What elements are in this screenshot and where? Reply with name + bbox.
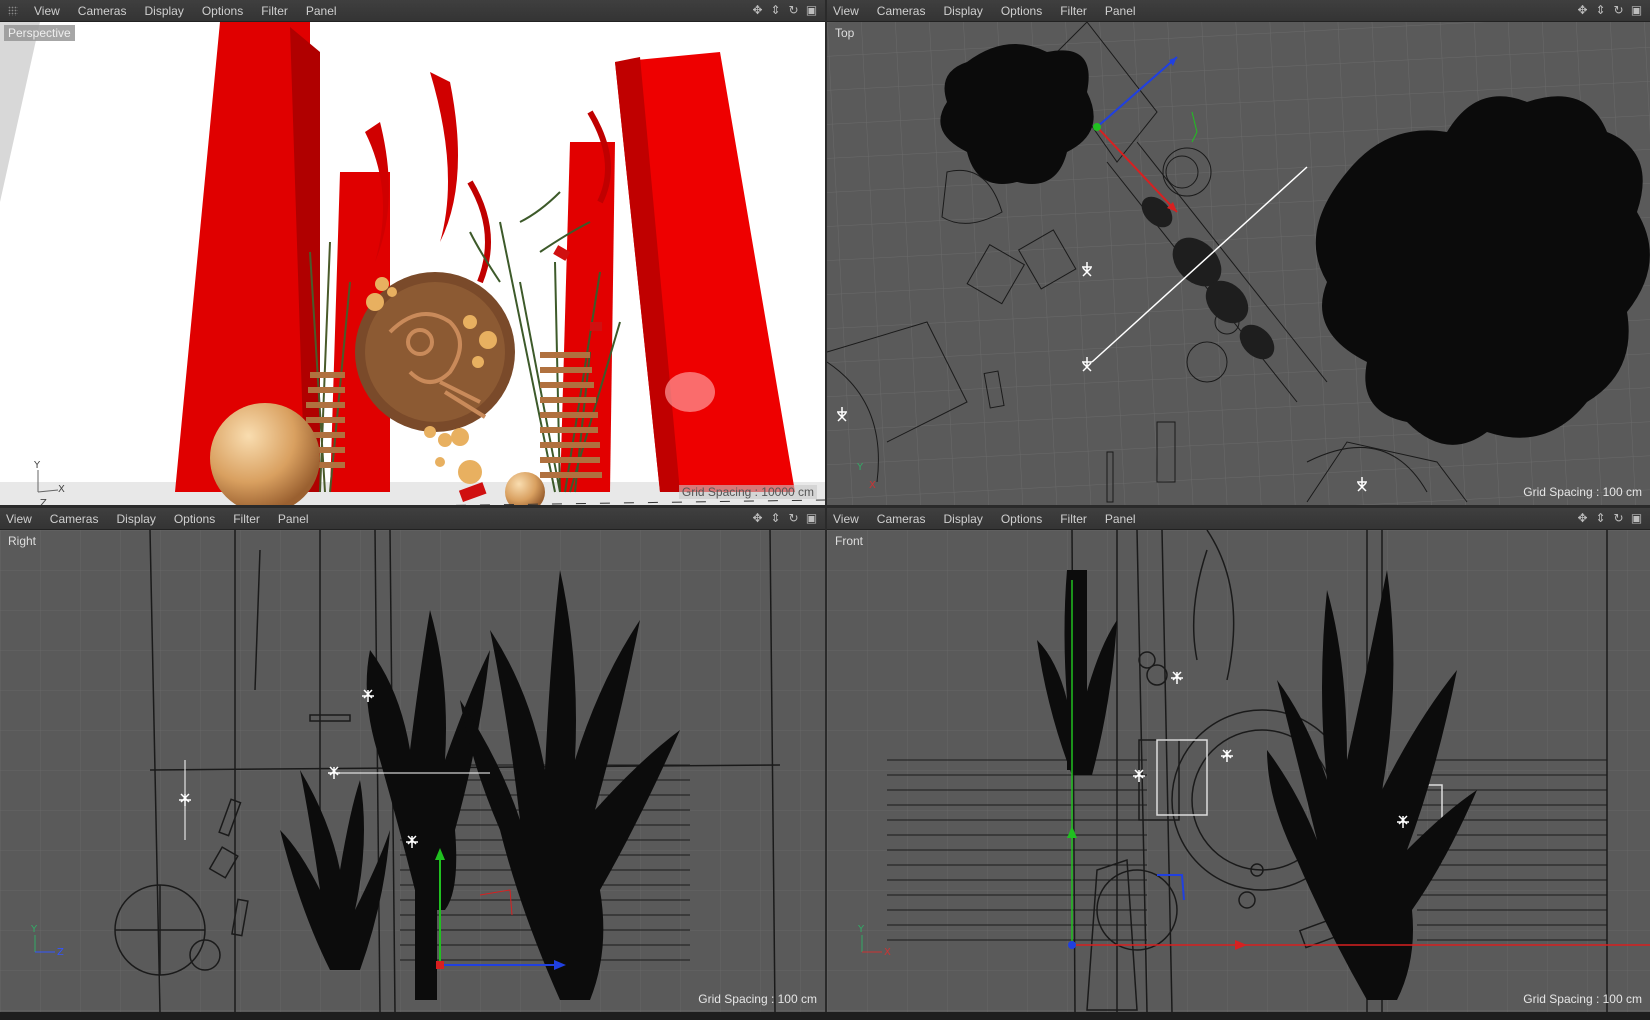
red-ribbon: [430, 72, 458, 242]
viewport-menubar: View Cameras Display Options Filter Pane…: [0, 508, 825, 530]
menu-filter[interactable]: Filter: [1060, 508, 1099, 530]
menu-filter[interactable]: Filter: [261, 0, 300, 22]
move-icon[interactable]: ✥: [750, 511, 765, 526]
svg-text:Z: Z: [57, 947, 64, 958]
zoom-icon[interactable]: ⇕: [1593, 511, 1608, 526]
maximize-icon[interactable]: ▣: [1629, 511, 1644, 526]
menu-cameras[interactable]: Cameras: [50, 508, 111, 530]
left-wall-shade: [0, 22, 40, 202]
top-scene: Y X: [827, 22, 1650, 505]
viewport-front[interactable]: Front Y X Grid Spacing: 100 cm: [827, 530, 1650, 1012]
svg-text:X: X: [869, 480, 876, 491]
menu-display[interactable]: Display: [943, 508, 994, 530]
viewport-pane-right[interactable]: View Cameras Display Options Filter Pane…: [0, 508, 825, 1012]
menu-cameras[interactable]: Cameras: [877, 508, 938, 530]
viewport-label: Front: [835, 534, 864, 548]
menu-display[interactable]: Display: [144, 0, 195, 22]
zoom-icon[interactable]: ⇕: [768, 3, 783, 18]
zoom-icon[interactable]: ⇕: [1593, 3, 1608, 18]
menu-options[interactable]: Options: [202, 0, 255, 22]
menu-panel[interactable]: Panel: [306, 0, 349, 22]
maximize-icon[interactable]: ▣: [1629, 3, 1644, 18]
menu-options[interactable]: Options: [1001, 0, 1054, 22]
viewport-label: Right: [8, 534, 37, 548]
menu-view[interactable]: View: [6, 508, 44, 530]
menu-filter[interactable]: Filter: [233, 508, 272, 530]
menu-panel[interactable]: Panel: [278, 508, 321, 530]
rotate-icon[interactable]: ↻: [786, 511, 801, 526]
move-icon[interactable]: ✥: [750, 3, 765, 18]
move-icon[interactable]: ✥: [1575, 511, 1590, 526]
grid-spacing-readout: Grid Spacing : 100 cm: [1523, 485, 1642, 499]
red-column-3: [560, 142, 615, 492]
menu-display[interactable]: Display: [116, 508, 167, 530]
menu-view[interactable]: View: [833, 0, 871, 22]
right-scene: Y Z: [0, 530, 825, 1012]
viewport-label: Top: [835, 26, 855, 40]
front-scene: Y X: [827, 530, 1650, 1012]
status-bar: [0, 1012, 1650, 1020]
svg-text:X: X: [58, 484, 65, 495]
viewport-menubar: View Cameras Display Options Filter Pane…: [827, 0, 1650, 22]
menu-panel[interactable]: Panel: [1105, 508, 1148, 530]
rotate-icon[interactable]: ↻: [786, 3, 801, 18]
svg-text:Y: Y: [857, 924, 865, 935]
viewport-top[interactable]: Top Y X Grid Spacing: 100 cm: [827, 22, 1650, 505]
menu-cameras[interactable]: Cameras: [877, 0, 938, 22]
zoom-icon[interactable]: ⇕: [768, 511, 783, 526]
menu-cameras[interactable]: Cameras: [78, 0, 139, 22]
panel-grip-icon[interactable]: [8, 5, 18, 16]
viewport-perspective[interactable]: Perspective Y X Z Grid Spacing: 10000 c…: [0, 22, 825, 505]
viewport-menubar: View Cameras Display Options Filter Pane…: [0, 0, 825, 22]
svg-text:Y: Y: [30, 924, 38, 935]
viewport-pane-perspective[interactable]: View Cameras Display Options Filter Pane…: [0, 0, 825, 505]
svg-text:X: X: [884, 947, 891, 958]
menu-panel[interactable]: Panel: [1105, 0, 1148, 22]
menu-options[interactable]: Options: [174, 508, 227, 530]
svg-text:Y: Y: [856, 462, 864, 473]
grid-spacing-readout: Grid Spacing : 10000 cm: [678, 485, 817, 499]
viewport-right[interactable]: Right Y Z Grid Spacing: 100 cm: [0, 530, 825, 1012]
viewport-label: Perspective: [4, 25, 75, 41]
small-sphere: [505, 472, 545, 505]
menu-view[interactable]: View: [34, 0, 72, 22]
menu-filter[interactable]: Filter: [1060, 0, 1099, 22]
viewport-pane-top[interactable]: View Cameras Display Options Filter Pane…: [827, 0, 1650, 505]
menu-display[interactable]: Display: [943, 0, 994, 22]
viewport-pane-front[interactable]: View Cameras Display Options Filter Pane…: [827, 508, 1650, 1012]
menu-options[interactable]: Options: [1001, 508, 1054, 530]
grid-spacing-readout: Grid Spacing : 100 cm: [1523, 992, 1642, 1006]
maximize-icon[interactable]: ▣: [804, 3, 819, 18]
perspective-scene: Y X Z: [0, 22, 825, 505]
viewport-menubar: View Cameras Display Options Filter Pane…: [827, 508, 1650, 530]
rotate-icon[interactable]: ↻: [1611, 511, 1626, 526]
svg-text:Z: Z: [40, 498, 47, 505]
move-icon[interactable]: ✥: [1575, 3, 1590, 18]
maximize-icon[interactable]: ▣: [804, 511, 819, 526]
menu-view[interactable]: View: [833, 508, 871, 530]
grid-spacing-readout: Grid Spacing : 100 cm: [698, 992, 817, 1006]
svg-text:Y: Y: [33, 460, 41, 471]
rotate-icon[interactable]: ↻: [1611, 3, 1626, 18]
